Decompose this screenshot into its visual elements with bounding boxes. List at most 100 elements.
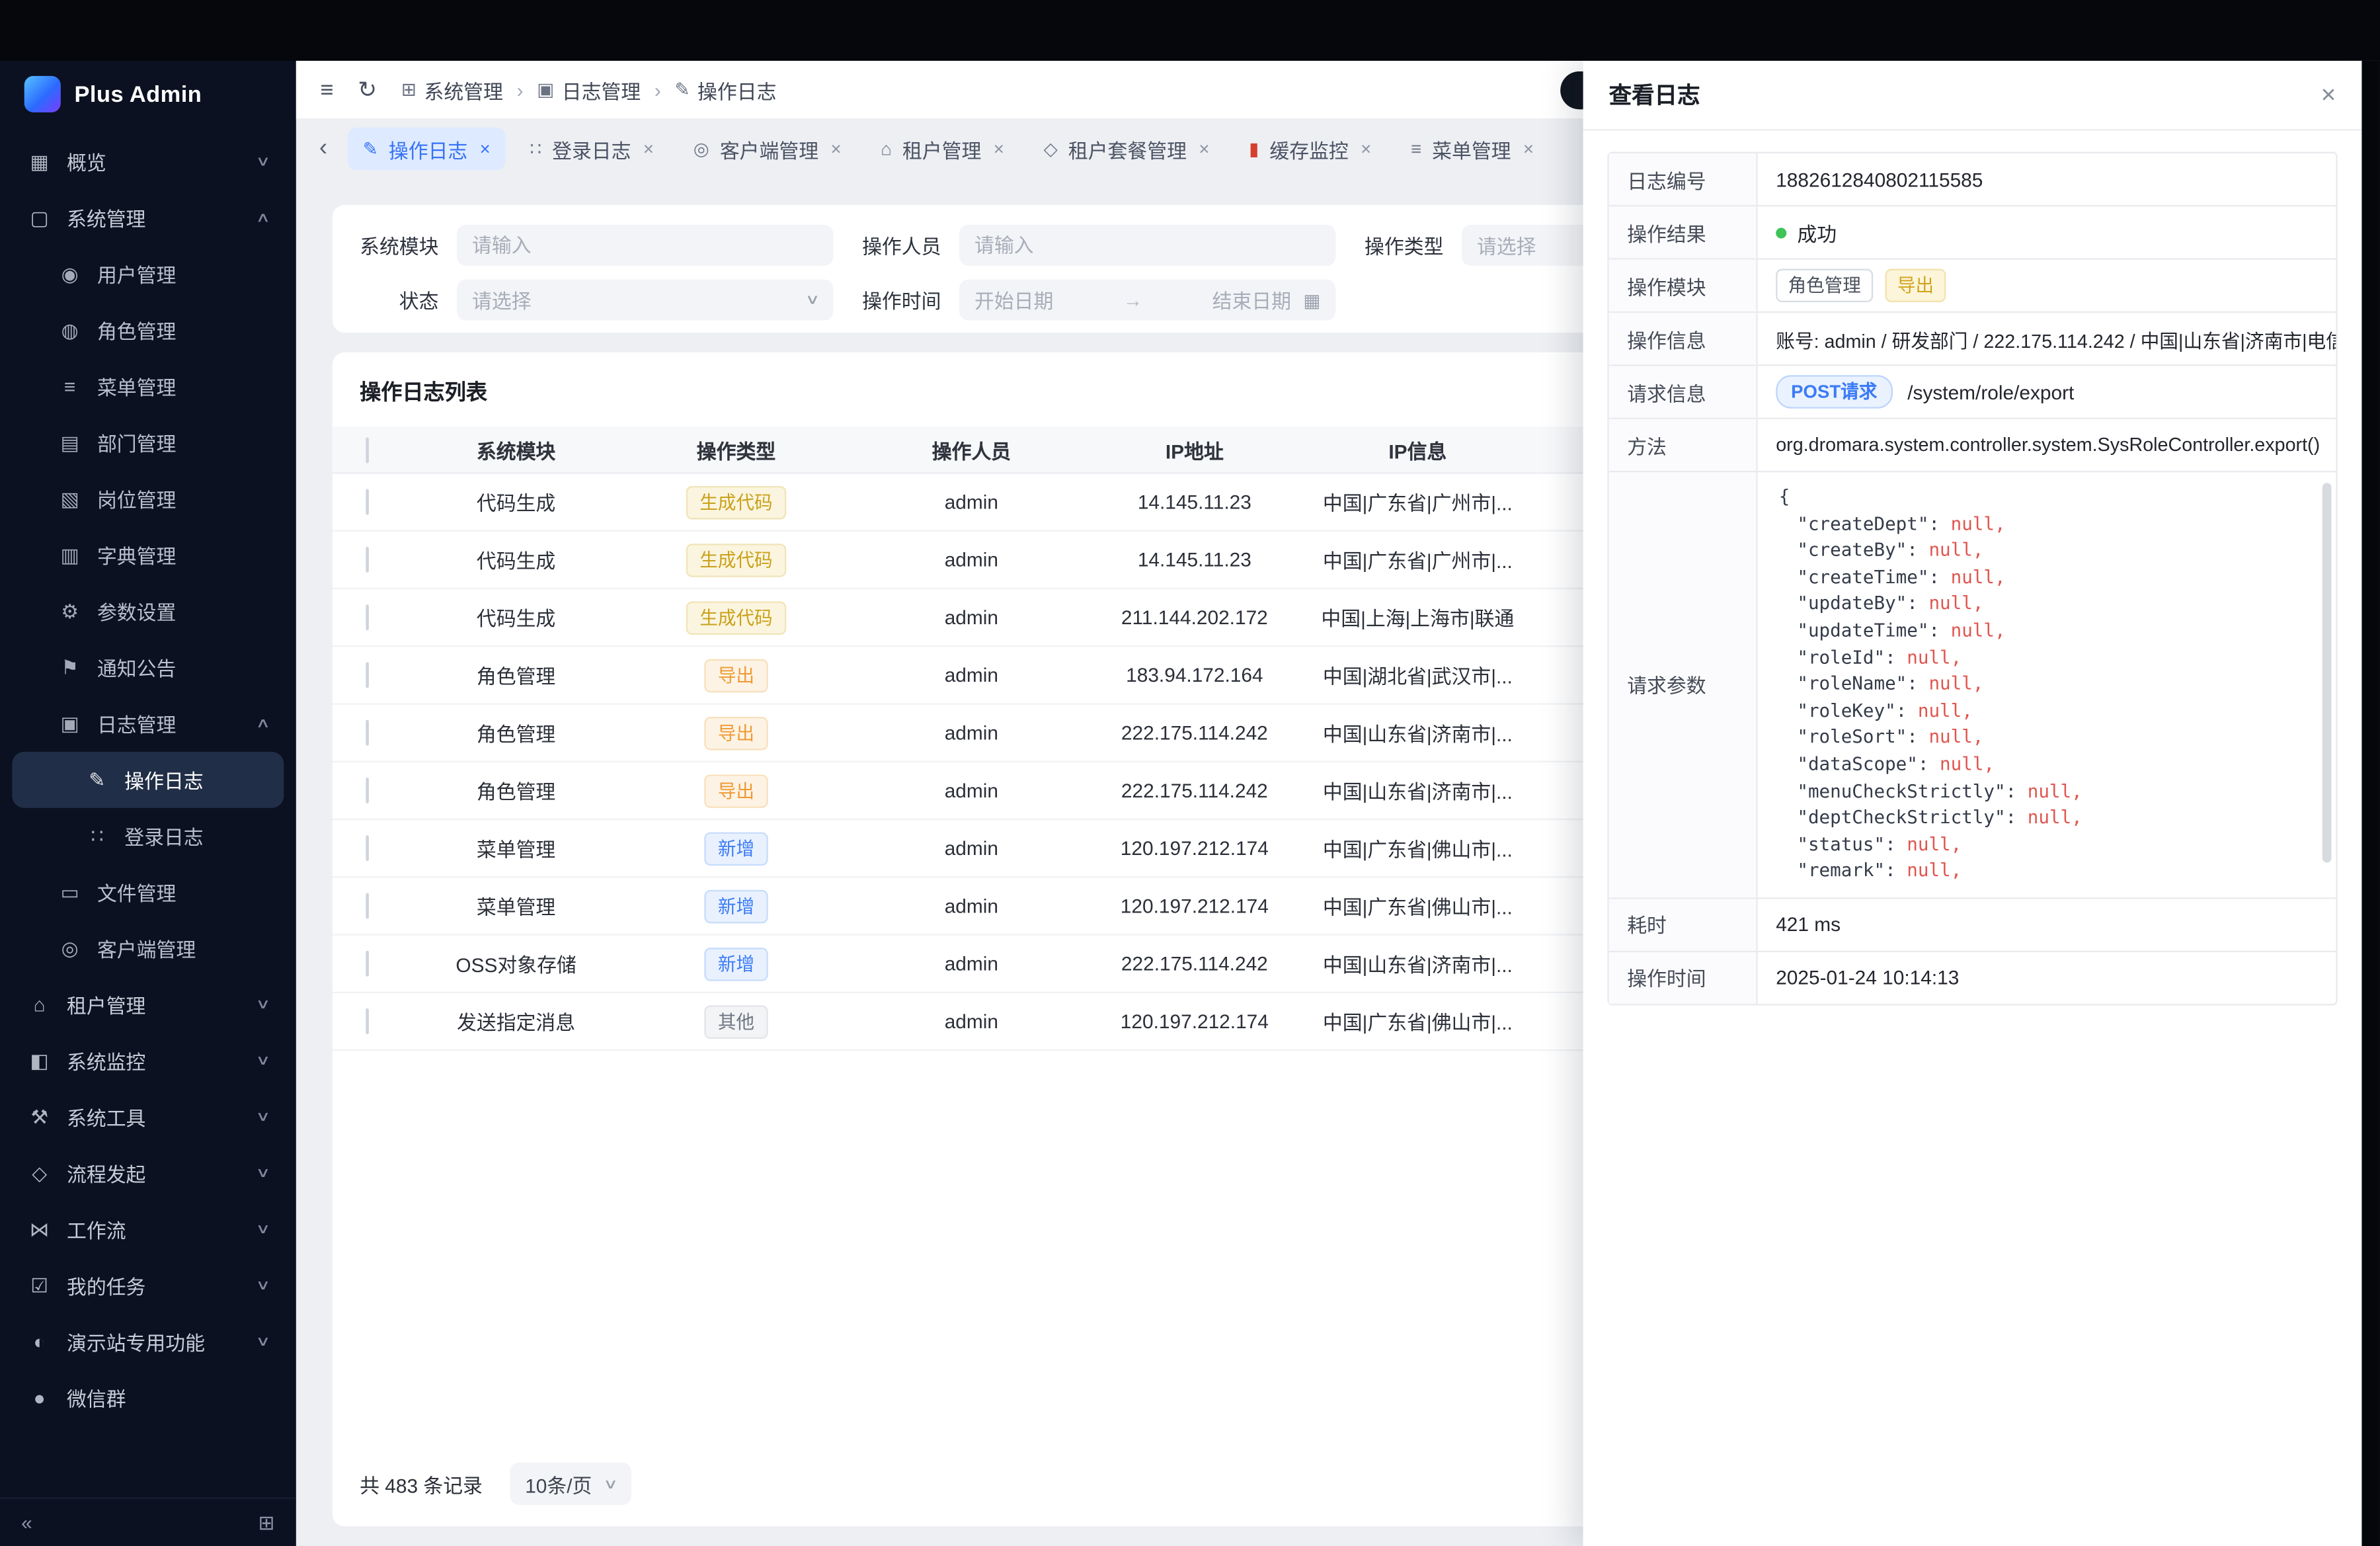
sidebar-item-dept-management[interactable]: ▤ 部门管理: [12, 415, 284, 471]
sidebar-item-label: 流程发起: [67, 1159, 243, 1188]
filter-operator-input[interactable]: [959, 225, 1335, 266]
client-management-icon: ◎: [694, 138, 709, 159]
row-checkbox[interactable]: [366, 835, 369, 861]
system-tools-icon: ⚒: [27, 1105, 52, 1129]
sidebar-item-system-tools[interactable]: ⚒ 系统工具 ∨: [12, 1089, 284, 1145]
sidebar-footer: « ⊞: [0, 1498, 296, 1546]
tab-operation-log[interactable]: ✎ 操作日志 ×: [348, 128, 506, 170]
sidebar-item-post-management[interactable]: ▧ 岗位管理: [12, 471, 284, 527]
breadcrumb-item-log-management[interactable]: ▣ 日志管理: [537, 75, 641, 104]
close-icon[interactable]: ×: [643, 138, 654, 159]
close-icon[interactable]: ×: [2321, 82, 2336, 108]
cell-operator: admin: [842, 779, 1100, 801]
refresh-icon[interactable]: ↻: [358, 76, 377, 103]
row-checkbox[interactable]: [366, 604, 369, 630]
detail-row-duration: 耗时 421 ms: [1609, 899, 2336, 952]
json-null-value: null,: [2028, 780, 2082, 801]
sidebar-item-operation-log[interactable]: ✎ 操作日志: [12, 752, 284, 808]
tab-tenant-management[interactable]: ⌂ 租户管理 ×: [865, 128, 1019, 170]
collapse-sidebar-icon[interactable]: «: [21, 1511, 32, 1533]
system-monitor-icon: ◧: [27, 1049, 52, 1073]
sidebar-item-tenant-management[interactable]: ⌂ 租户管理 ∨: [12, 977, 284, 1033]
row-checkbox[interactable]: [366, 547, 369, 573]
row-checkbox[interactable]: [366, 893, 369, 918]
sidebar-item-my-tasks[interactable]: ☑ 我的任务 ∨: [12, 1258, 284, 1314]
sidebar-item-process-start[interactable]: ◇ 流程发起 ∨: [12, 1145, 284, 1201]
sidebar-item-overview[interactable]: ▦ 概览 ∨: [12, 134, 284, 190]
cell-ip-info: 中国|广东省|广州市|...: [1289, 546, 1546, 575]
breadcrumb-item-operation-log[interactable]: ✎ 操作日志: [674, 75, 776, 104]
close-icon[interactable]: ×: [994, 138, 1004, 159]
tab-label: 租户套餐管理: [1068, 134, 1187, 163]
chevron-down-icon: ∨: [256, 1165, 271, 1182]
row-checkbox[interactable]: [366, 662, 369, 688]
sidebar-item-label: 系统监控: [67, 1046, 243, 1075]
sidebar-item-label: 系统工具: [67, 1102, 243, 1131]
sidebar-item-demo-features[interactable]: ◐ 演示站专用功能 ∨: [12, 1314, 284, 1370]
sidebar-item-system-management[interactable]: ▢ 系统管理 ∧: [12, 190, 284, 246]
type-badge: 生成代码: [686, 543, 787, 577]
close-icon[interactable]: ×: [1199, 138, 1209, 159]
tab-cache-monitor[interactable]: ▮ 缓存监控 ×: [1234, 128, 1386, 170]
tab-label: 缓存监控: [1269, 134, 1348, 163]
close-icon[interactable]: ×: [1361, 138, 1371, 159]
breadcrumb-item-system-management[interactable]: ⊞ 系统管理: [401, 75, 503, 104]
filter-date-range[interactable]: 开始日期 → 结束日期 ▦: [959, 280, 1335, 321]
tab-label: 客户端管理: [720, 134, 818, 163]
menu-management-icon: ≡: [1411, 138, 1421, 159]
detail-row-request: 请求信息 POST请求 /system/role/export: [1609, 366, 2336, 419]
cell-operator: admin: [842, 952, 1100, 975]
close-icon[interactable]: ×: [1523, 138, 1534, 159]
sidebar-item-workflow[interactable]: ⋈ 工作流 ∨: [12, 1201, 284, 1258]
row-checkbox[interactable]: [366, 489, 369, 515]
log-management-icon: ▣: [58, 712, 82, 736]
operation-time-value: 2025-01-24 10:14:13: [1758, 952, 2336, 1004]
close-icon[interactable]: ×: [480, 138, 491, 159]
sidebar-item-label: 用户管理: [97, 260, 268, 289]
page-size-select[interactable]: 10条/页 ∨: [510, 1463, 631, 1505]
sidebar-item-login-log[interactable]: ∷ 登录日志: [12, 808, 284, 864]
cell-ip: 211.144.202.172: [1101, 606, 1289, 628]
tab-label: 租户管理: [902, 134, 981, 163]
hamburger-menu-icon[interactable]: ≡: [320, 77, 333, 102]
close-icon[interactable]: ×: [830, 138, 841, 159]
json-null-value: null,: [1928, 593, 1983, 614]
sidebar-item-menu-management[interactable]: ≡ 菜单管理: [12, 358, 284, 415]
filter-module-input[interactable]: [457, 225, 833, 266]
sidebar-item-user-management[interactable]: ◉ 用户管理: [12, 246, 284, 302]
tab-client-management[interactable]: ◎ 客户端管理 ×: [678, 128, 857, 170]
sidebar-item-dict-management[interactable]: ▥ 字典管理: [12, 527, 284, 583]
row-checkbox[interactable]: [366, 720, 369, 746]
sidebar-item-file-management[interactable]: ▭ 文件管理: [12, 864, 284, 920]
filter-time-label: 操作时间: [862, 286, 941, 315]
tabs-scroll-left-icon[interactable]: ‹: [308, 135, 338, 162]
sidebar-item-param-settings[interactable]: ⚙ 参数设置: [12, 583, 284, 639]
row-checkbox[interactable]: [366, 1008, 369, 1034]
row-checkbox[interactable]: [366, 778, 369, 803]
row-checkbox[interactable]: [366, 951, 369, 977]
log-details-table: 日志编号 1882612840802115585 操作结果 成功 操作模块 角色…: [1607, 152, 2337, 1006]
tab-menu-management[interactable]: ≡ 菜单管理 ×: [1396, 128, 1549, 170]
sidebar-item-client-management[interactable]: ◎ 客户端管理: [12, 920, 284, 977]
tab-login-log[interactable]: ∷ 登录日志 ×: [515, 128, 669, 170]
window-top-strip: [0, 0, 2380, 61]
sidebar-item-role-management[interactable]: ◍ 角色管理: [12, 302, 284, 358]
filter-status-select[interactable]: 请选择 ∨: [457, 280, 833, 321]
code-scrollbar-thumb[interactable]: [2322, 483, 2332, 862]
cell-ip: 120.197.212.174: [1101, 836, 1289, 859]
tab-tenant-package[interactable]: ◇ 租户套餐管理 ×: [1029, 128, 1225, 170]
json-key: createDept: [1797, 512, 1950, 534]
action-tag: 导出: [1885, 269, 1946, 303]
logo[interactable]: Plus Admin: [0, 61, 296, 128]
sidebar-item-notice[interactable]: ⚑ 通知公告: [12, 639, 284, 696]
layout-pin-icon[interactable]: ⊞: [258, 1510, 275, 1535]
sidebar-item-label: 字典管理: [97, 541, 268, 570]
sidebar-item-wechat-group[interactable]: ● 微信群: [12, 1370, 284, 1426]
chevron-up-icon: ∧: [256, 715, 271, 732]
cell-ip-info: 中国|广东省|佛山市|...: [1289, 1007, 1546, 1036]
sidebar-item-system-monitor[interactable]: ◧ 系统监控 ∨: [12, 1033, 284, 1089]
sidebar-item-log-management[interactable]: ▣ 日志管理 ∧: [12, 696, 284, 752]
select-all-checkbox[interactable]: [366, 436, 369, 462]
col-header-module: 系统模块: [402, 435, 629, 464]
filter-operator-label: 操作人员: [862, 231, 941, 260]
